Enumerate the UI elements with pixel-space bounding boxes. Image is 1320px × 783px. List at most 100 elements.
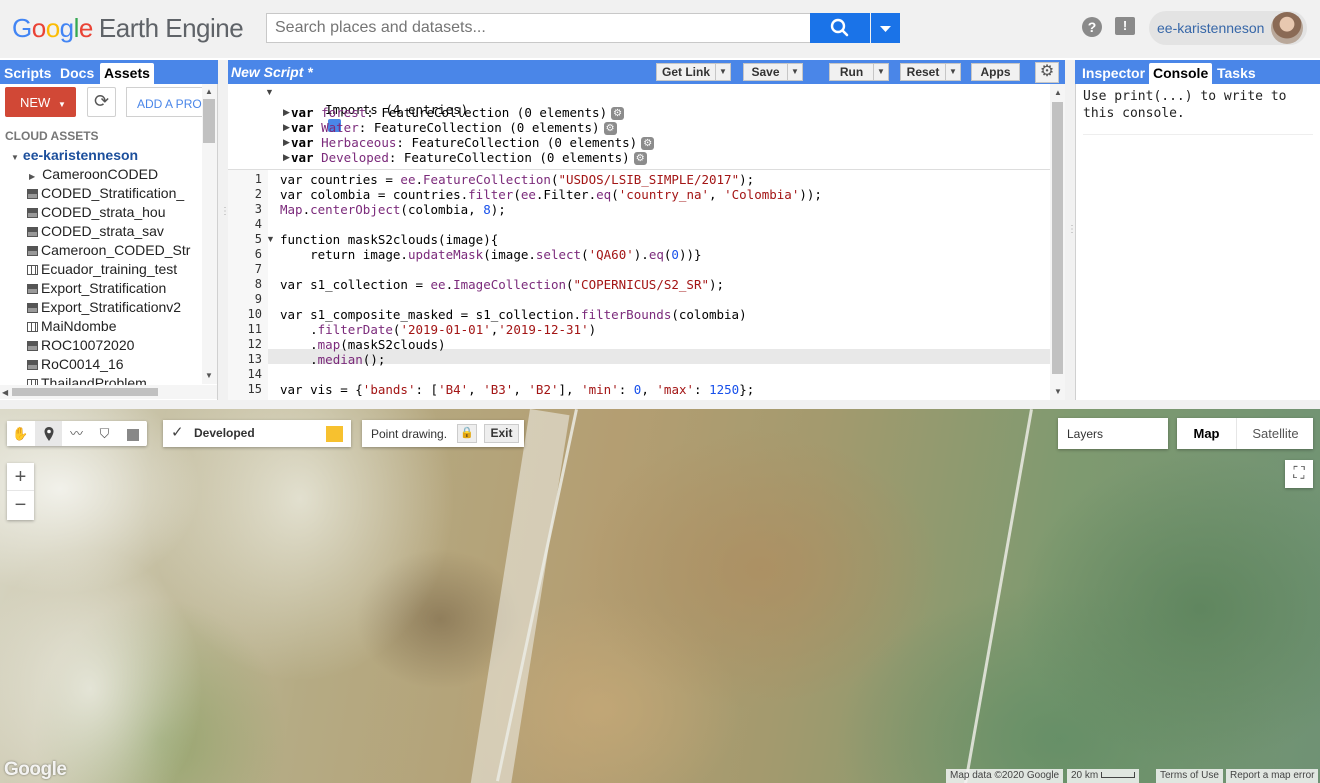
save-dropdown[interactable]: ▼ (787, 63, 803, 81)
scroll-down-icon[interactable]: ▼ (205, 371, 213, 380)
asset-item[interactable]: Cameroon_CODED_Str (27, 242, 199, 258)
map-splitter[interactable] (0, 400, 1320, 409)
asset-item[interactable]: CODED_strata_hou (27, 204, 199, 220)
search-dropdown-button[interactable] (871, 13, 900, 43)
apps-button[interactable]: Apps (971, 63, 1020, 81)
code-line[interactable]: var s1_composite_masked = s1_collection.… (280, 307, 747, 322)
zoom-in-button[interactable]: + (7, 463, 34, 491)
code-line[interactable]: var vis = {'bands': ['B4', 'B3', 'B2'], … (280, 382, 754, 397)
scroll-up-icon[interactable]: ▲ (1054, 88, 1062, 97)
exit-drawing-button[interactable]: Exit (484, 424, 519, 443)
new-button[interactable]: NEW ▼ (5, 87, 76, 117)
gear-icon[interactable]: ⚙ (641, 137, 655, 150)
account-chip[interactable]: ee-karistenneson (1149, 11, 1307, 45)
scroll-left-icon[interactable]: ◀ (2, 388, 8, 397)
asset-item[interactable]: Export_Stratificationv2 (27, 299, 199, 315)
asset-item[interactable]: MaiNdombe (27, 318, 199, 334)
run-dropdown[interactable]: ▼ (873, 63, 889, 81)
import-entry[interactable]: var forest: FeatureCollection (0 element… (291, 105, 625, 120)
gear-icon[interactable]: ⚙ (603, 122, 617, 135)
chevron-right-icon[interactable]: ▶ (283, 107, 290, 118)
code-line[interactable]: .map(maskS2clouds) (280, 337, 445, 352)
tab-inspector[interactable]: Inspector (1078, 63, 1149, 84)
map-type-map-button[interactable]: Map (1177, 418, 1237, 449)
import-entry[interactable]: var Herbaceous: FeatureCollection (0 ele… (291, 135, 655, 150)
map-data-attribution[interactable]: Map data ©2020 Google (946, 769, 1064, 783)
asset-item[interactable]: Ecuador_training_test (27, 261, 199, 277)
code-line[interactable]: var countries = ee.FeatureCollection("US… (280, 172, 754, 187)
asset-item[interactable]: CODED_strata_sav (27, 223, 199, 239)
search-input[interactable] (275, 19, 802, 37)
chevron-right-icon[interactable]: ▶ (283, 122, 290, 133)
avatar[interactable] (1271, 12, 1303, 44)
import-entry[interactable]: var Water: FeatureCollection (0 elements… (291, 120, 617, 135)
fullscreen-button[interactable]: ⛶ (1285, 460, 1313, 488)
get-link-dropdown[interactable]: ▼ (715, 63, 731, 81)
tab-assets[interactable]: Assets (100, 63, 154, 84)
point-icon[interactable] (35, 421, 62, 446)
scroll-up-icon[interactable]: ▲ (205, 87, 213, 96)
tab-docs[interactable]: Docs (56, 63, 98, 84)
feedback-icon[interactable]: ! (1115, 17, 1135, 35)
line-icon[interactable]: 〰 (63, 421, 90, 446)
asset-item[interactable]: ThailandProblem (27, 375, 199, 385)
gear-icon[interactable]: ⚙ (633, 152, 647, 165)
asset-item[interactable]: ROC10072020 (27, 337, 199, 353)
map-type-satellite-button[interactable]: Satellite (1238, 418, 1313, 449)
search-field[interactable] (266, 13, 811, 43)
get-link-button[interactable]: Get Link (656, 63, 716, 81)
editor-vertical-scroll-thumb[interactable] (1052, 102, 1063, 374)
refresh-button[interactable]: ⟳ (87, 87, 116, 117)
earth-engine-logo[interactable]: Google Earth Engine (12, 13, 244, 44)
code-line[interactable]: var s1_collection = ee.ImageCollection("… (280, 277, 724, 292)
zoom-out-button[interactable]: − (7, 492, 34, 520)
search-button[interactable] (810, 13, 870, 43)
code-line[interactable]: function maskS2clouds(image){ (280, 232, 498, 247)
chevron-right-icon[interactable]: ▶ (283, 137, 290, 148)
asset-folder[interactable]: ▶ CameroonCODED (27, 166, 199, 182)
add-project-button[interactable]: ADD A PROJECT (126, 87, 202, 117)
chevron-down-icon[interactable]: ▼ (265, 87, 274, 97)
checkbox-icon[interactable]: ✓ (171, 425, 187, 441)
lock-button[interactable]: 🔒 (457, 424, 477, 443)
reset-button[interactable]: Reset (900, 63, 946, 81)
asset-item[interactable]: CODED_Stratification_ (27, 185, 199, 201)
run-button[interactable]: Run (829, 63, 874, 81)
tab-tasks[interactable]: Tasks (1213, 63, 1260, 84)
code-line[interactable]: .filterDate('2019-01-01','2019-12-31') (280, 322, 596, 337)
fold-chevron-icon[interactable]: ▼ (266, 234, 275, 244)
tree-root-project[interactable]: ▼ ee-karistenneson (11, 147, 138, 163)
gear-icon[interactable]: ⚙ (611, 107, 625, 120)
asset-item[interactable]: RoC0014_16 (27, 356, 199, 372)
code-editor[interactable]: ▼ Imports (4 entries) ▶ var forest: Feat… (228, 84, 1065, 400)
editor-settings-button[interactable]: ⚙ (1035, 62, 1059, 83)
report-map-error-link[interactable]: Report a map error (1226, 769, 1319, 783)
map-canvas[interactable]: ✋ 〰 ⛉ ✓ Developed Point drawing. 🔒 Exit … (0, 409, 1320, 783)
assets-horizontal-scroll-thumb[interactable] (12, 388, 158, 396)
asset-item[interactable]: Export_Stratification (27, 280, 199, 296)
reset-dropdown[interactable]: ▼ (945, 63, 961, 81)
tab-scripts[interactable]: Scripts (0, 63, 55, 84)
assets-vertical-scroll-thumb[interactable] (203, 99, 215, 143)
tab-console[interactable]: Console (1149, 63, 1213, 84)
layer-color-swatch[interactable] (326, 426, 343, 442)
code-line[interactable]: return image.updateMask(image.select('QA… (280, 247, 701, 262)
hand-icon[interactable]: ✋ (7, 421, 34, 446)
terms-of-use-link[interactable]: Terms of Use (1156, 769, 1223, 783)
scroll-down-icon[interactable]: ▼ (1054, 387, 1062, 396)
layers-control[interactable]: Layers (1058, 418, 1168, 449)
polygon-icon[interactable]: ⛉ (91, 421, 118, 446)
gear-icon: ⚙ (1039, 63, 1055, 80)
help-icon[interactable]: ? (1082, 17, 1102, 37)
left-splitter[interactable] (218, 60, 228, 400)
code-line[interactable]: var colombia = countries.filter(ee.Filte… (280, 187, 822, 202)
chevron-right-icon[interactable]: ▶ (283, 152, 290, 163)
save-button[interactable]: Save (743, 63, 788, 81)
map-scale[interactable]: 20 km (1067, 769, 1140, 783)
script-title[interactable]: New Script * (231, 64, 313, 80)
code-line[interactable]: Map.centerObject(colombia, 8); (280, 202, 506, 217)
import-entry[interactable]: var Developed: FeatureCollection (0 elem… (291, 150, 647, 165)
rectangle-icon[interactable] (119, 421, 146, 446)
geometry-layer-chip[interactable]: ✓ Developed (163, 420, 351, 447)
code-line[interactable]: .median(); (280, 352, 385, 367)
